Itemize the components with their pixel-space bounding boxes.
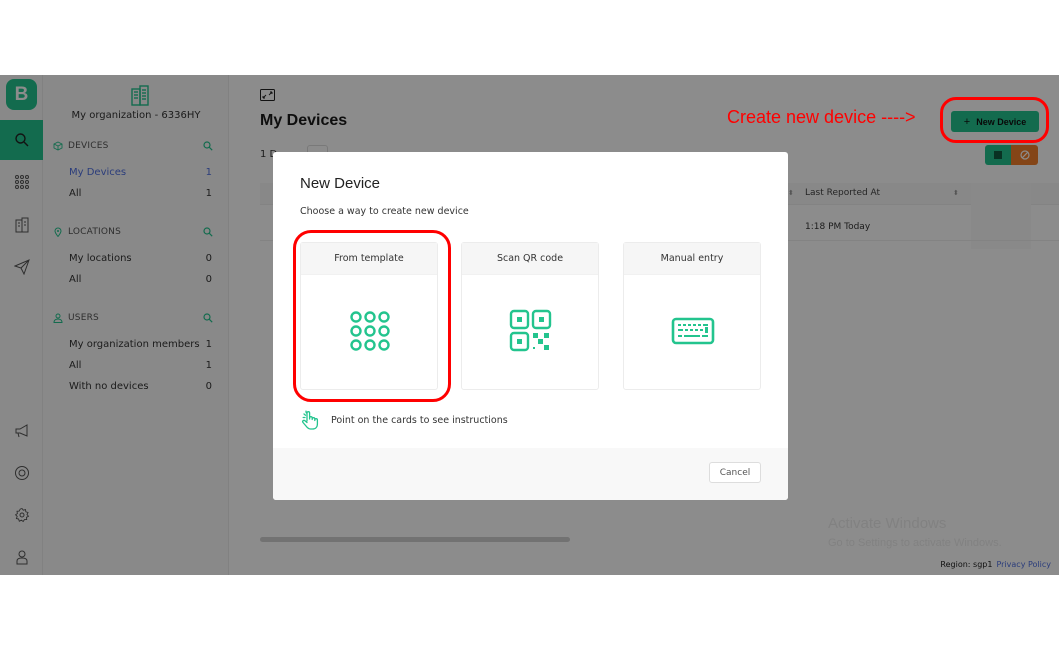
annotation-highlight-overlay [940,97,1049,143]
app-window: B My organization - 6336HY DEVICES My De… [0,75,1059,575]
card-scan-qr[interactable]: Scan QR code [461,242,599,390]
pointing-hand-icon [302,410,319,430]
annotation-text-overlay: Create new device ----> [727,107,916,127]
card-manual-entry[interactable]: Manual entry [623,242,761,390]
modal-title: New Device [300,175,381,192]
annotation-highlight-card [293,230,451,402]
qr-code-icon [509,309,552,352]
keyboard-icon [671,317,715,345]
modal-subtitle: Choose a way to create new device [300,206,469,217]
modal-footer: Cancel [273,448,788,500]
new-device-modal: New Device Choose a way to create new de… [273,152,788,500]
cancel-button[interactable]: Cancel [709,462,761,483]
card-title: Scan QR code [462,243,598,275]
card-title: Manual entry [624,243,760,275]
instructions-hint: Point on the cards to see instructions [300,410,508,430]
hint-text: Point on the cards to see instructions [331,414,508,426]
